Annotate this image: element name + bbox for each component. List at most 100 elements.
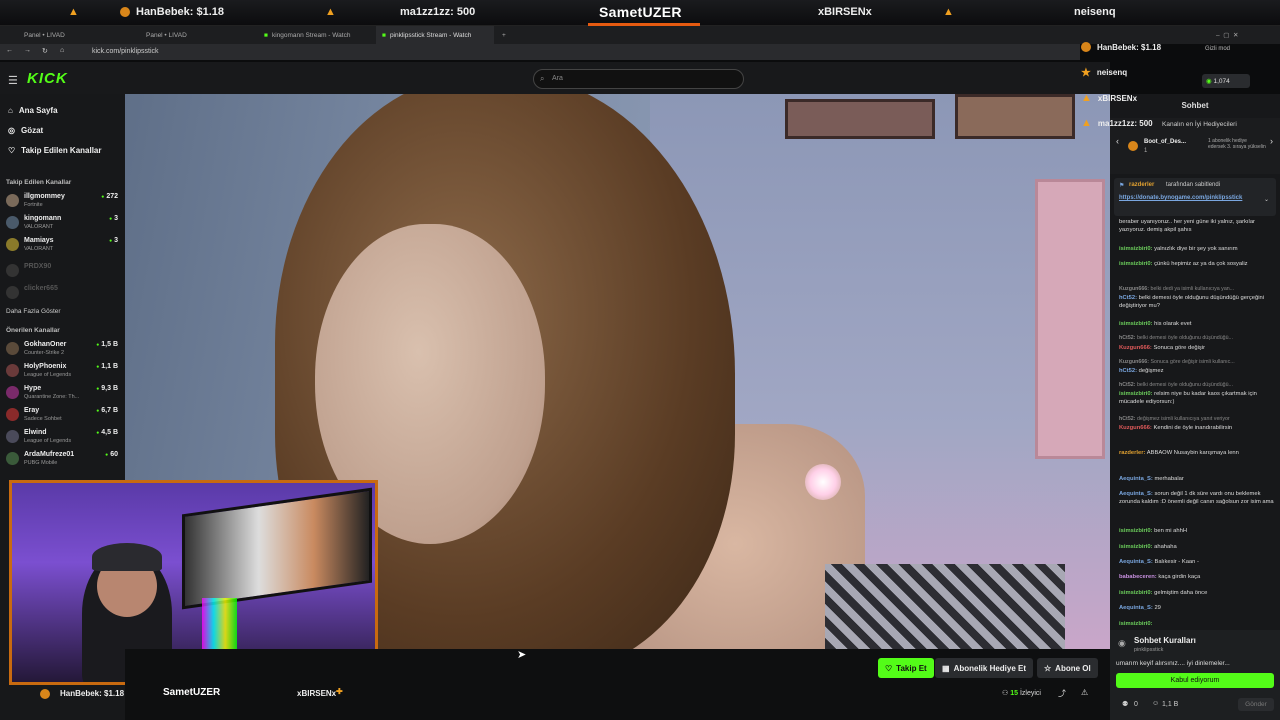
overlay-side-item: ▲ ma1zz1zz: 500 [1075,113,1201,133]
nav-following[interactable]: ♡ Takip Edilen Kanallar [8,146,102,155]
chat-username[interactable]: hCt52: [1119,335,1135,341]
viewer-count: 3 [109,215,118,222]
recommended-channel[interactable]: Elwind League of Legends 4,5 B [6,428,118,448]
chat-username[interactable]: Kuzgun666: [1119,345,1152,351]
reload-icon[interactable]: ↻ [42,47,48,55]
compass-icon: ◎ [8,126,15,135]
chat-username[interactable]: isimsizbiri0: [1119,261,1153,267]
chat-username[interactable]: razderler: [1119,450,1145,456]
chat-message: Kuzgun666: Sonuca göre değişir [1119,344,1275,352]
nav-home[interactable]: ⌂ Ana Sayfa [8,106,58,115]
tab-label: Panel • LIVAD [24,31,65,39]
back-icon[interactable]: ← [6,47,13,54]
forward-icon[interactable]: → [24,47,31,54]
chat-username[interactable]: Kuzgun666: [1119,425,1152,431]
channel-game: League of Legends [24,372,72,378]
chat-username[interactable]: Kuzgun666: [1119,286,1149,292]
chat-username[interactable]: isimsizbiri0: [1119,321,1153,327]
chat-username[interactable]: isimsizbiri0: [1119,246,1153,252]
flame-icon: ▲ [68,6,79,18]
channel-name: Eray [24,407,40,414]
heart-icon: ♡ [8,146,16,155]
send-button[interactable]: Gönder [1238,698,1274,711]
followed-channel-offline[interactable]: PRDX90 [6,262,118,282]
recommended-channel[interactable]: Eray Sadece Sohbet 6,7 B [6,406,118,426]
avatar [6,194,19,207]
chat-username[interactable]: isimsizbiri0: [1119,590,1153,596]
share-icon[interactable]: ⤴ [1058,688,1066,699]
recommended-channel[interactable]: ArdaMufreze01 PUBG Mobile 60 [6,450,118,470]
chevron-down-icon[interactable]: ⌄ [1264,196,1269,203]
avatar [6,408,19,421]
top-gifter-count: 1 [1144,148,1148,154]
overlay-item-1: HanBebek: $1.18 [120,6,224,18]
recommended-channel[interactable]: Hype Quarantine Zone: Th... 9,3 B [6,384,118,404]
followed-channel[interactable]: kingomann VALORANT 3 [6,214,118,234]
hamburger-menu-icon[interactable]: ☰ [8,74,18,87]
kick-logo[interactable]: KICK [27,70,68,87]
overlay-side-item: ★ neisenq [1075,62,1201,82]
new-tab-button[interactable]: + [496,26,512,44]
chat-text: his olarak evet [1154,321,1192,327]
channel-name: illgmommey [24,193,65,200]
home-icon[interactable]: ⌂ [60,47,64,54]
user-icon: ⚇ [1002,690,1009,697]
url-text[interactable]: kick.com/pinklipsstick [92,48,159,55]
recommended-channel[interactable]: HolyPhoenix League of Legends 1,1 B [6,362,118,382]
chat-username[interactable]: hCt52: [1119,368,1137,374]
chat-reply-context: Kuzgun666: Sonuca göre değişir isimli ku… [1119,358,1275,366]
rules-avatar: ◉ [1118,638,1126,648]
chat-message: beraber uyanıyoruz.. her yeni güne iki y… [1119,218,1275,234]
window-controls[interactable]: – ▢ ✕ [1210,26,1244,44]
nav-browse[interactable]: ◎ Gözat [8,126,43,135]
avatar [6,386,19,399]
chat-message: hCt52: değişmez [1119,367,1275,375]
chat-username[interactable]: Aequinta_S: [1119,491,1153,497]
chat-username[interactable]: hCt52: [1119,382,1135,388]
channel-game: Sadece Sohbet [24,416,62,422]
browser-tab[interactable]: Panel • LIVAD [18,26,138,44]
overlay-item-3-text: xBIRSENx [818,6,872,18]
subscribe-button[interactable]: ☆ Abone Ol [1037,658,1098,678]
chevron-left-icon[interactable]: ‹ [1116,136,1119,146]
gift-sub-button[interactable]: ▦ Abonelik Hediye Et [935,658,1034,678]
followed-channel[interactable]: illgmommey Fortnite 272 [6,192,118,212]
chat-username[interactable]: bababeceren: [1119,574,1157,580]
chat-username[interactable]: isimsizbiri0: [1119,391,1153,397]
chat-message: isimsizbiri0: ahahaha [1119,543,1275,551]
channel-game: League of Legends [24,438,72,444]
followed-channel[interactable]: Mamiays VALORANT 3 [6,236,118,256]
browser-tab[interactable]: ■ kingomann Stream - Watch [258,26,373,44]
channel-name: PRDX90 [24,263,52,270]
chat-username[interactable]: isimsizbiri0: [1119,544,1153,550]
points-icon[interactable]: ⚉ [1122,700,1128,708]
chat-username[interactable]: Aequinta_S: [1119,476,1153,482]
chevron-right-icon[interactable]: › [1270,136,1273,146]
report-icon[interactable]: ⚠ [1081,688,1088,697]
kick-favicon-icon: ■ [264,31,268,39]
address-bar[interactable]: ← → ↻ ⌂ kick.com/pinklipsstick [0,44,1080,60]
browser-tab-active[interactable]: ■ pinklipsstick Stream - Watch [376,26,494,44]
overlay-item-1-text: HanBebek: $1.18 [136,6,225,18]
chat-message: isimsizbiri0: ben mi ahhH [1119,527,1275,535]
overlay-side-item: ▲ xBIRSENx [1075,88,1201,108]
recommended-channel[interactable]: GokhanOner Counter-Strike 2 1,5 B [6,340,118,360]
show-more-link[interactable]: Daha Fazla Göster [6,308,61,315]
search-input[interactable]: ⌕ Ara [533,69,744,89]
pinned-link[interactable]: https://donate.bynogame.com/pinklipsstic… [1119,194,1247,202]
follow-button[interactable]: ♡ Takip Et [878,658,934,678]
chat-username[interactable]: Kuzgun666: [1119,359,1149,365]
emote-icon[interactable]: ☺ [1152,700,1159,707]
chat-username[interactable]: Aequinta_S: [1119,605,1153,611]
chat-username[interactable]: Aequinta_S: [1119,559,1153,565]
viewer-count: 9,3 B [96,385,118,392]
chat-username[interactable]: hCt52: [1119,416,1135,422]
browser-tab[interactable]: Panel • LIVAD [140,26,255,44]
chat-username[interactable]: isimsizbiri0: [1119,621,1153,627]
accept-rules-button[interactable]: Kabul ediyorum [1116,673,1274,688]
search-placeholder: Ara [552,75,563,82]
pinned-message[interactable]: ⚑ razderler tarafından sabitlendi https:… [1114,178,1276,216]
chat-username[interactable]: hCt52: [1119,295,1137,301]
chat-username[interactable]: isimsizbiri0: [1119,528,1153,534]
followed-channel-offline[interactable]: clicker665 [6,284,118,304]
